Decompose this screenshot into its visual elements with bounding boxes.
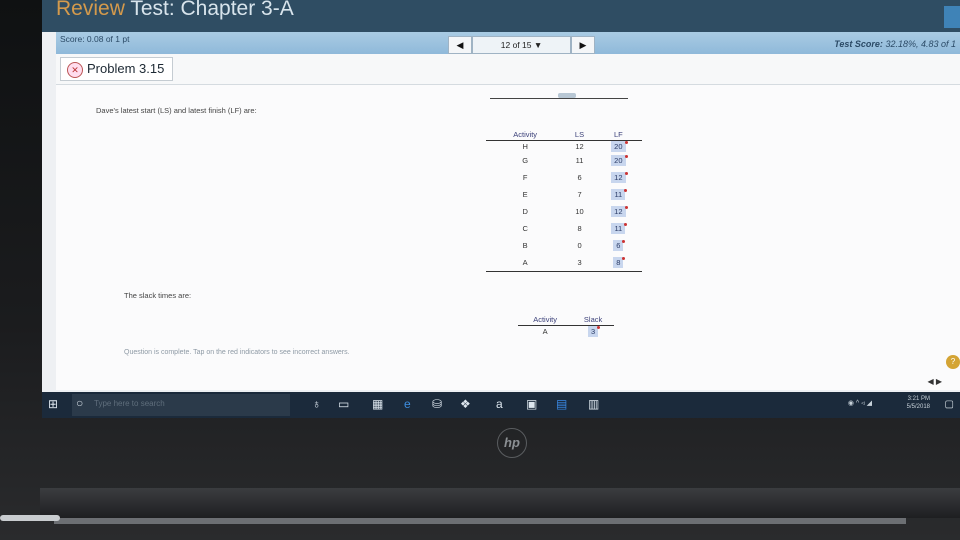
answer-field[interactable]: 3 (588, 326, 601, 337)
divider-handle[interactable] (558, 93, 576, 98)
microphone-icon[interactable]: ♁ (312, 397, 321, 411)
table-row: A3 (518, 326, 614, 337)
corner-tab[interactable] (944, 6, 960, 28)
laptop-hinge (40, 488, 960, 518)
page-arrows[interactable]: ◀ ▶ (927, 377, 942, 386)
slack-table: Activity Slack A3 (518, 315, 614, 337)
task-view-icon[interactable]: ▭ (338, 397, 349, 411)
table-row: C 8 11 (486, 220, 642, 237)
problem-title: Problem 3.15 (87, 61, 165, 76)
dropbox-icon[interactable]: ❖ (460, 397, 471, 411)
screen: Review Test: Chapter 3-A Score: 0.08 of … (42, 0, 960, 418)
hinge-strip (54, 518, 906, 524)
column-header-lf: LF (594, 130, 642, 141)
notification-icon[interactable]: ▢ (945, 399, 954, 410)
search-icon: ○ (76, 396, 84, 410)
answer-field[interactable]: 12 (611, 172, 628, 183)
table-row: B06 (486, 237, 642, 254)
left-arrow-icon: ◀ (456, 40, 464, 50)
title-bar: Review Test: Chapter 3-A (42, 0, 960, 32)
answer-field[interactable]: 6 (613, 240, 626, 251)
maps-icon[interactable]: ▣ (526, 397, 537, 411)
slack-prompt: The slack times are: (124, 291, 192, 300)
store-icon[interactable]: ⛁ (432, 397, 442, 411)
photos-icon[interactable]: ▦ (372, 397, 383, 411)
test-score: Test Score: 32.18%, 4.83 of 1 (834, 39, 956, 49)
table-row: D 10 12 (486, 203, 642, 220)
table-row: A38 (486, 254, 642, 272)
calculator-icon[interactable]: ▥ (588, 397, 599, 411)
answer-field[interactable]: 11 (611, 189, 628, 200)
clock[interactable]: 3:21 PM 5/5/2018 (907, 395, 930, 411)
divider (490, 98, 628, 99)
table-row: H 12 20 (486, 141, 642, 152)
answer-field[interactable]: 20 (611, 141, 628, 152)
word-icon[interactable]: ▤ (556, 397, 567, 411)
answer-field[interactable]: 8 (613, 257, 626, 268)
problem-header: ✕ Problem 3.15 (56, 54, 960, 85)
amazon-icon[interactable]: a (496, 397, 503, 411)
answer-field[interactable]: 20 (611, 155, 628, 166)
question-prompt: Dave's latest start (LS) and latest fini… (96, 106, 257, 115)
charging-cable (0, 515, 60, 521)
page-title: Review Test: Chapter 3-A (56, 0, 294, 20)
next-question-button[interactable]: ▶ (571, 36, 595, 54)
table-row: G 11 20 (486, 152, 642, 169)
column-header-ls: LS (564, 130, 595, 141)
status-message: Question is complete. Tap on the red ind… (124, 349, 350, 356)
edge-icon[interactable]: e (404, 397, 411, 411)
answer-field[interactable]: 12 (611, 206, 628, 217)
right-arrow-icon: ▶ (579, 40, 587, 50)
question-selector[interactable]: 12 of 15 ▼ (472, 36, 571, 54)
help-button[interactable]: ? (946, 355, 960, 369)
taskbar: ⊞ ○ Type here to search ♁ ▭ ▦ e ⛁ ❖ a ▣ … (42, 392, 960, 418)
search-input[interactable]: ○ Type here to search (72, 394, 290, 416)
system-tray-icons[interactable]: ◉ ^ ◃ ◢ (848, 399, 872, 407)
ls-lf-table: Activity LS LF H 12 20 G 11 20 F 6 12 E 7 11 D 10… (486, 130, 642, 272)
score-bar: Score: 0.08 of 1 pt ◀ 12 of 15 ▼ ▶ Test … (56, 32, 960, 54)
problem-title-box: ✕ Problem 3.15 (60, 57, 174, 81)
table-row: F 6 12 (486, 169, 642, 186)
previous-question-button[interactable]: ◀ (448, 36, 472, 54)
incorrect-x-icon: ✕ (67, 62, 83, 78)
table-row: E 7 11 (486, 186, 642, 203)
column-header-activity: Activity (486, 130, 565, 141)
hp-logo: hp (497, 428, 527, 458)
windows-start-icon[interactable]: ⊞ (48, 397, 58, 411)
score-text: Score: 0.08 of 1 pt (60, 34, 130, 44)
column-header-activity: Activity (518, 315, 573, 326)
question-content: Dave's latest start (LS) and latest fini… (56, 85, 960, 390)
column-header-slack: Slack (572, 315, 614, 326)
answer-field[interactable]: 11 (611, 223, 628, 234)
